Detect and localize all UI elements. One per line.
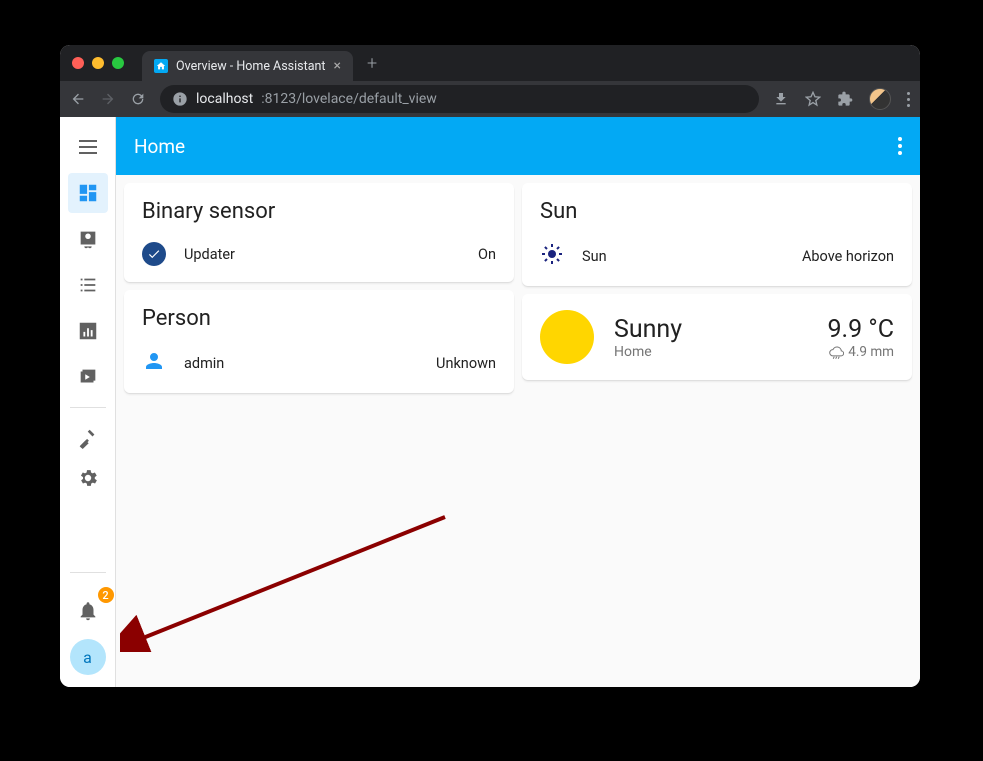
sidebar-logbook[interactable]	[68, 265, 108, 305]
app-main: Home Binary sensor Updater On	[116, 117, 920, 687]
card-title: Sun	[540, 199, 894, 224]
app-viewport: 2 a Home Binary sensor	[60, 117, 920, 687]
forward-button[interactable]	[100, 91, 116, 107]
site-info-icon	[172, 91, 188, 107]
traffic-lights	[72, 57, 124, 69]
card-person: Person admin Unknown	[124, 290, 514, 393]
weather-condition: Sunny	[614, 315, 807, 344]
card-title: Person	[142, 306, 496, 331]
sun-icon	[540, 242, 564, 270]
url-path: :8123/lovelace/default_view	[261, 91, 437, 107]
browser-toolbar: localhost :8123/lovelace/default_view	[60, 81, 920, 117]
weather-precipitation: 4.9 mm	[827, 344, 894, 360]
install-app-icon[interactable]	[773, 91, 789, 107]
entity-row-updater[interactable]: Updater On	[142, 242, 496, 266]
precipitation-icon	[829, 344, 844, 359]
profile-avatar[interactable]	[869, 88, 891, 110]
card-title: Binary sensor	[142, 199, 496, 224]
card-sun: Sun Sun Above horizon	[522, 183, 912, 286]
weather-temperature: 9.9 °C	[827, 315, 894, 344]
sidebar-settings[interactable]	[68, 458, 108, 498]
new-tab-button[interactable]: +	[367, 53, 377, 74]
header-menu-button[interactable]	[898, 137, 902, 155]
entity-name: Sun	[582, 248, 607, 265]
notification-badge: 2	[98, 587, 114, 603]
sidebar-media[interactable]	[68, 357, 108, 397]
maximize-window-button[interactable]	[112, 57, 124, 69]
dashboard-content: Binary sensor Updater On Person	[116, 175, 920, 687]
app-header: Home	[116, 117, 920, 175]
entity-row-sun[interactable]: Sun Above horizon	[540, 242, 894, 270]
sidebar-overview[interactable]	[68, 173, 108, 213]
card-weather[interactable]: Sunny Home 9.9 °C 4.9 mm	[522, 294, 912, 380]
browser-tab[interactable]: Overview - Home Assistant ×	[142, 51, 353, 81]
bookmark-icon[interactable]	[805, 91, 821, 107]
weather-sunny-icon	[540, 310, 594, 364]
weather-location: Home	[614, 344, 807, 360]
card-binary-sensor: Binary sensor Updater On	[124, 183, 514, 282]
entity-state: On	[478, 246, 496, 263]
sidebar-divider	[70, 407, 106, 408]
browser-menu-button[interactable]	[907, 92, 910, 107]
window-titlebar: Overview - Home Assistant × +	[60, 45, 920, 81]
minimize-window-button[interactable]	[92, 57, 104, 69]
sidebar-map[interactable]	[68, 219, 108, 259]
sidebar-user-avatar[interactable]: a	[70, 639, 106, 675]
sidebar-divider-bottom	[70, 572, 106, 573]
address-bar[interactable]: localhost :8123/lovelace/default_view	[160, 85, 759, 113]
app-sidebar: 2 a	[60, 117, 116, 687]
tab-favicon-icon	[154, 59, 168, 73]
check-circle-icon	[142, 242, 166, 266]
browser-window: Overview - Home Assistant × + localhost:…	[60, 45, 920, 687]
extensions-icon[interactable]	[837, 91, 853, 107]
entity-name: Updater	[184, 246, 235, 263]
tab-title: Overview - Home Assistant	[176, 59, 326, 74]
user-initial: a	[83, 648, 92, 667]
sidebar-devtools[interactable]	[68, 418, 108, 458]
toolbar-right	[773, 88, 910, 110]
page-title: Home	[134, 135, 185, 158]
menu-toggle-button[interactable]	[60, 127, 116, 167]
tab-close-icon[interactable]: ×	[334, 58, 341, 74]
person-icon	[142, 349, 166, 377]
url-host: localhost	[196, 91, 253, 107]
reload-button[interactable]	[130, 91, 146, 107]
entity-row-admin[interactable]: admin Unknown	[142, 349, 496, 377]
entity-state: Unknown	[436, 355, 496, 372]
close-window-button[interactable]	[72, 57, 84, 69]
sidebar-notifications[interactable]: 2	[68, 591, 108, 631]
back-button[interactable]	[70, 91, 86, 107]
sidebar-history[interactable]	[68, 311, 108, 351]
entity-name: admin	[184, 355, 224, 372]
entity-state: Above horizon	[802, 248, 894, 265]
